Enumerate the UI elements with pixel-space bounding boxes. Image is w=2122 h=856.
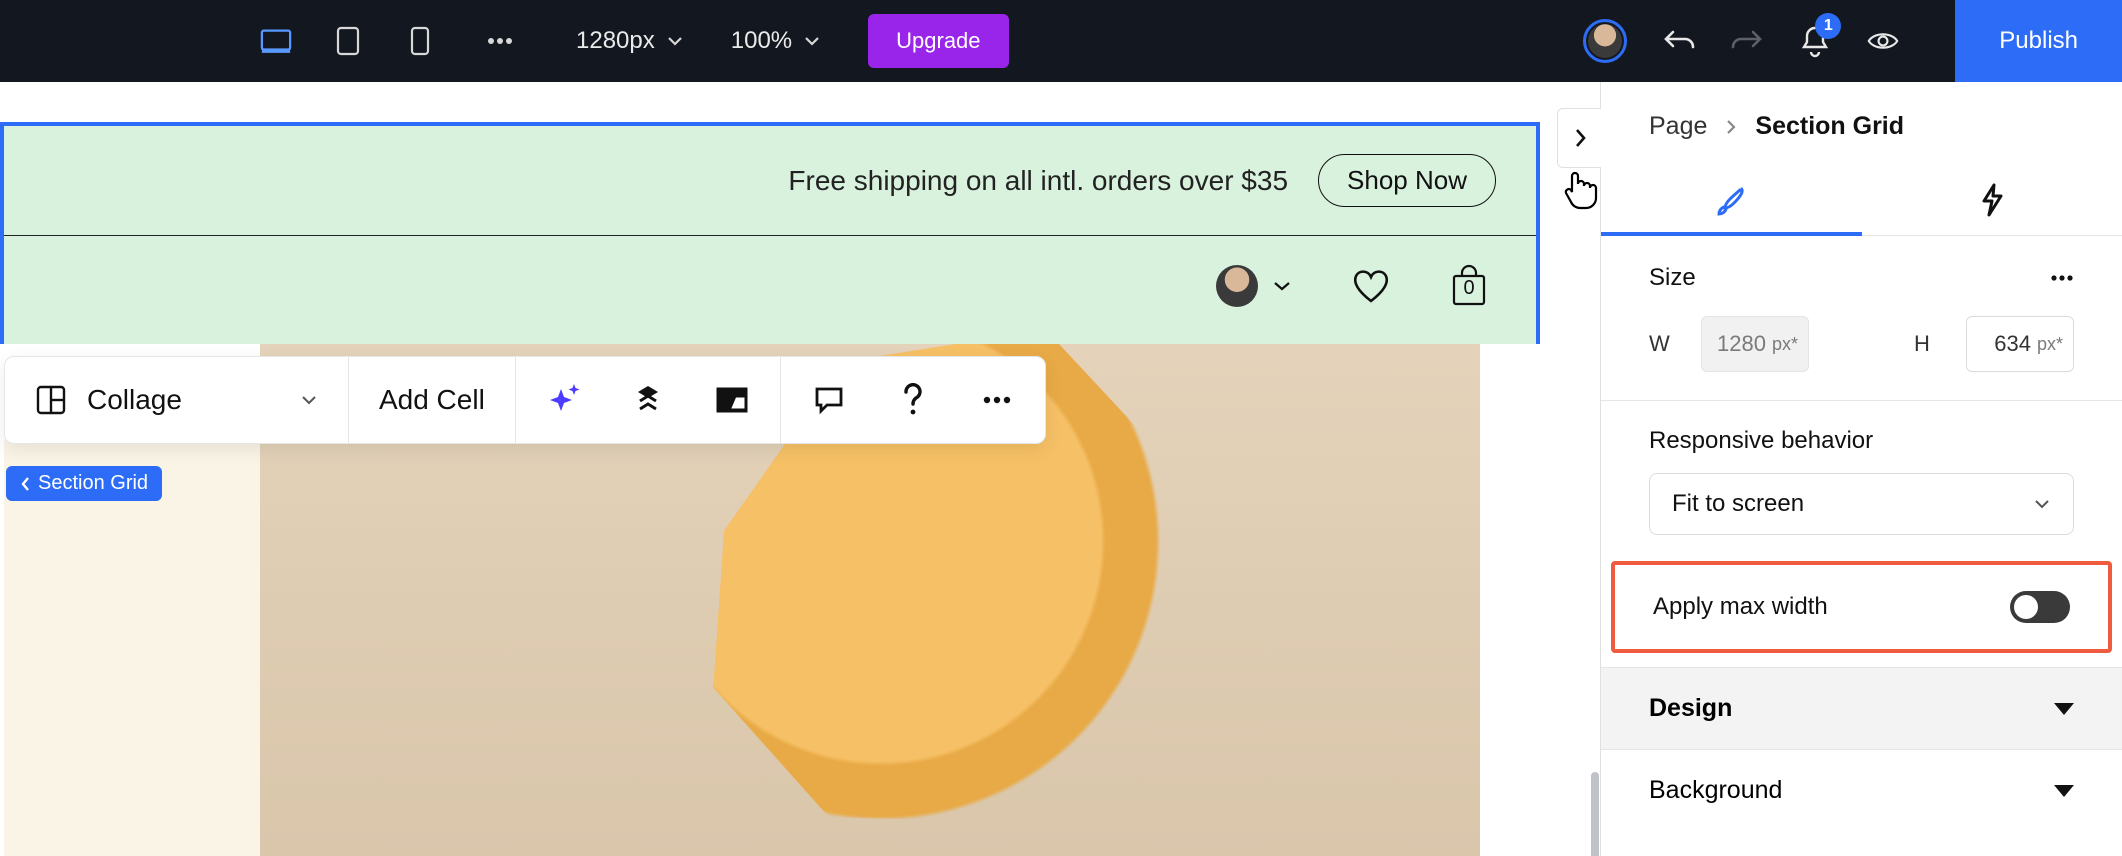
account-menu[interactable] bbox=[1216, 265, 1292, 307]
width-input[interactable]: 1280 px* bbox=[1701, 316, 1809, 372]
scrollbar-thumb[interactable] bbox=[1591, 772, 1599, 856]
breadcrumb: Page Section Grid bbox=[1601, 82, 2122, 165]
chevron-down-icon bbox=[2033, 498, 2051, 510]
add-cell-button[interactable]: Add Cell bbox=[379, 384, 485, 416]
apply-max-width-row: Apply max width bbox=[1611, 561, 2112, 653]
panel-collapse-toggle[interactable] bbox=[1557, 108, 1601, 168]
lightning-icon bbox=[1980, 183, 2004, 217]
apply-max-width-label: Apply max width bbox=[1653, 593, 1828, 621]
design-accordion-label: Design bbox=[1649, 694, 1732, 723]
layout-grid-icon bbox=[35, 384, 67, 416]
background-accordion-label: Background bbox=[1649, 776, 1782, 805]
responsive-title: Responsive behavior bbox=[1601, 401, 2122, 473]
canvas-area: Free shipping on all intl. orders over $… bbox=[0, 82, 1600, 856]
background-accordion[interactable]: Background bbox=[1601, 749, 2122, 831]
notifications-button[interactable]: 1 bbox=[1799, 25, 1831, 57]
tablet-device-button[interactable] bbox=[332, 25, 364, 57]
redo-button[interactable] bbox=[1731, 25, 1763, 57]
triangle-down-icon bbox=[2054, 703, 2074, 715]
promo-bar: Free shipping on all intl. orders over $… bbox=[4, 126, 1536, 236]
inspector-panel: Page Section Grid Size W 1280 px* bbox=[1600, 82, 2122, 856]
user-avatar[interactable] bbox=[1583, 19, 1627, 63]
zoom-select[interactable]: 100% bbox=[731, 27, 820, 55]
layers-button[interactable] bbox=[630, 382, 666, 418]
width-value: 1280 bbox=[1717, 331, 1766, 357]
triangle-down-icon bbox=[2054, 785, 2074, 797]
interactions-tab[interactable] bbox=[1862, 165, 2122, 235]
workspace: Free shipping on all intl. orders over $… bbox=[0, 82, 2122, 856]
section-tag[interactable]: Section Grid bbox=[6, 466, 162, 501]
layout-mode-select[interactable]: Collage bbox=[35, 384, 318, 416]
device-switcher bbox=[260, 25, 436, 57]
stretch-button[interactable] bbox=[714, 382, 750, 418]
upgrade-button[interactable]: Upgrade bbox=[868, 14, 1008, 68]
apply-max-width-toggle[interactable] bbox=[2010, 591, 2070, 623]
height-value: 634 bbox=[1994, 331, 2031, 357]
comment-button[interactable] bbox=[811, 382, 847, 418]
member-avatar bbox=[1216, 265, 1258, 307]
cart-count: 0 bbox=[1463, 277, 1474, 300]
publish-button[interactable]: Publish bbox=[1955, 0, 2122, 82]
chevron-down-icon bbox=[667, 36, 683, 46]
cart-button[interactable]: 0 bbox=[1450, 264, 1488, 308]
desktop-device-button[interactable] bbox=[260, 25, 292, 57]
chevron-left-icon bbox=[20, 476, 32, 492]
viewport-width-label: 1280px bbox=[576, 27, 655, 55]
viewport-width-select[interactable]: 1280px bbox=[576, 27, 683, 55]
width-unit: px* bbox=[1772, 334, 1798, 355]
size-more-button[interactable] bbox=[2050, 269, 2074, 287]
design-tab[interactable] bbox=[1601, 165, 1862, 235]
height-unit: px* bbox=[2037, 334, 2063, 355]
preview-button[interactable] bbox=[1867, 25, 1899, 57]
ai-sparkle-button[interactable] bbox=[546, 382, 582, 418]
help-button[interactable] bbox=[895, 382, 931, 418]
width-label: W bbox=[1649, 331, 1675, 357]
shop-now-button[interactable]: Shop Now bbox=[1318, 154, 1496, 207]
notification-count-badge: 1 bbox=[1815, 13, 1841, 39]
top-bar-right: 1 Publish bbox=[1583, 0, 2122, 82]
selected-section-outline: Free shipping on all intl. orders over $… bbox=[0, 122, 1540, 344]
site-header-row: 0 bbox=[4, 236, 1536, 344]
chevron-right-icon bbox=[1573, 127, 1587, 149]
element-toolbar: Collage Add Cell bbox=[4, 356, 1046, 444]
responsive-behavior-value: Fit to screen bbox=[1672, 490, 1804, 518]
chevron-down-icon bbox=[804, 36, 820, 46]
breadcrumb-current: Section Grid bbox=[1755, 112, 1904, 141]
section-tag-label: Section Grid bbox=[38, 472, 148, 495]
chevron-down-icon bbox=[1272, 280, 1292, 292]
top-bar: 1280px 100% Upgrade 1 Publish bbox=[0, 0, 2122, 82]
height-label: H bbox=[1914, 331, 1940, 357]
more-actions-button[interactable] bbox=[979, 382, 1015, 418]
promo-text: Free shipping on all intl. orders over $… bbox=[788, 165, 1288, 197]
brush-icon bbox=[1714, 183, 1748, 217]
undo-button[interactable] bbox=[1663, 25, 1695, 57]
zoom-label: 100% bbox=[731, 27, 792, 55]
canvas-gutter bbox=[4, 440, 260, 856]
toggle-knob bbox=[2014, 595, 2038, 619]
design-accordion[interactable]: Design bbox=[1601, 667, 2122, 749]
chevron-right-icon bbox=[1725, 119, 1737, 135]
size-fields: W 1280 px* H 634 px* bbox=[1601, 310, 2122, 401]
responsive-behavior-select[interactable]: Fit to screen bbox=[1649, 473, 2074, 535]
layout-mode-label: Collage bbox=[87, 384, 182, 416]
chevron-down-icon bbox=[300, 394, 318, 406]
height-input[interactable]: 634 px* bbox=[1966, 316, 2074, 372]
size-section-header: Size bbox=[1601, 236, 2122, 310]
mobile-device-button[interactable] bbox=[404, 25, 436, 57]
size-title: Size bbox=[1649, 264, 1696, 292]
breadcrumb-page[interactable]: Page bbox=[1649, 112, 1707, 141]
inspector-tabs bbox=[1601, 165, 2122, 236]
wishlist-button[interactable] bbox=[1350, 267, 1392, 305]
more-devices-button[interactable] bbox=[484, 25, 516, 57]
